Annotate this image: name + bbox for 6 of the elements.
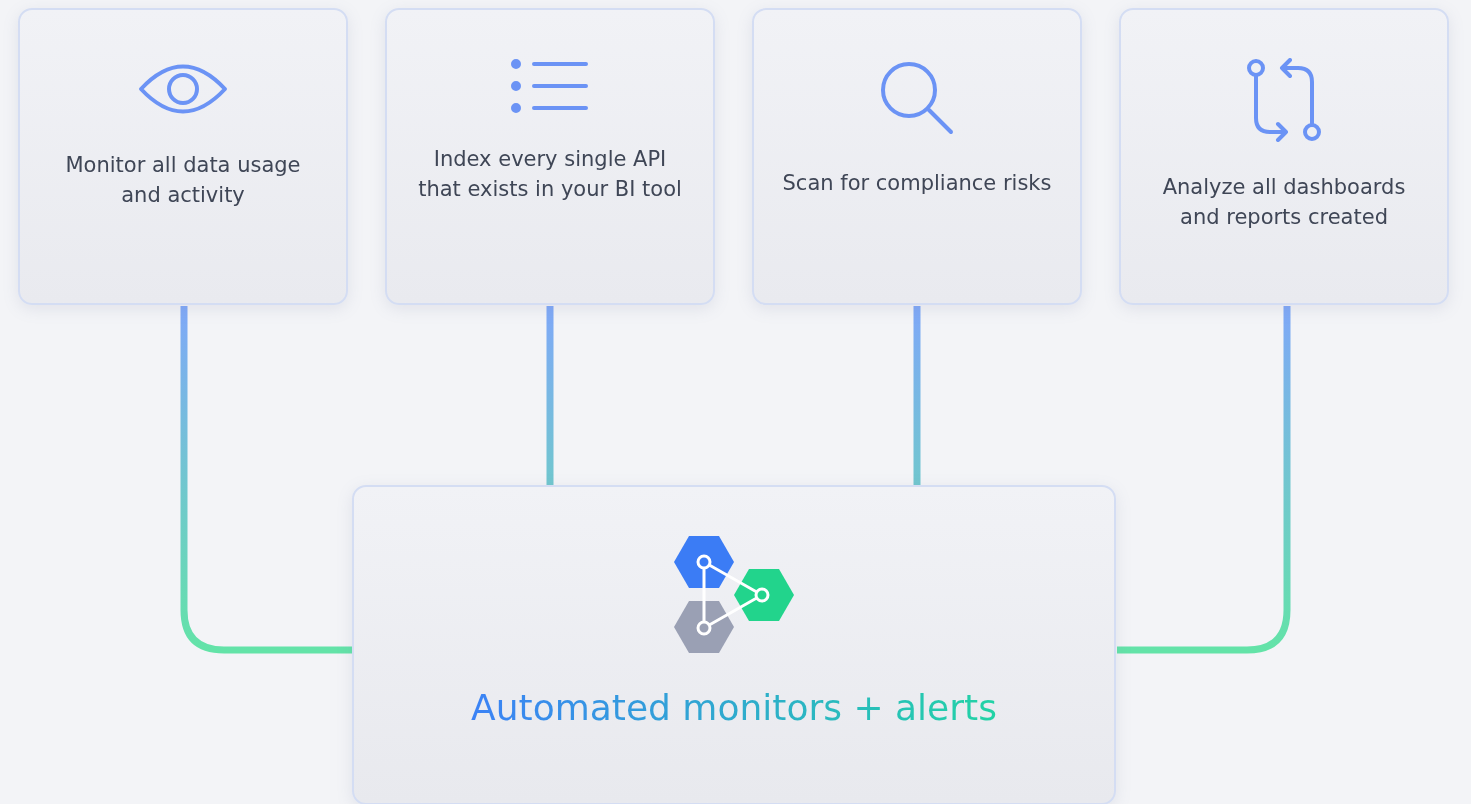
card-text: Analyze all dashboards and reports created: [1161, 174, 1407, 231]
card-text: Index every single API that exists in your BI tool: [417, 146, 683, 203]
card-text: Scan for compliance risks: [782, 170, 1052, 197]
list-icon: [510, 58, 590, 114]
branch-arrows-icon: [1246, 58, 1322, 142]
card-text: Monitor all data usage and activity: [64, 152, 302, 209]
